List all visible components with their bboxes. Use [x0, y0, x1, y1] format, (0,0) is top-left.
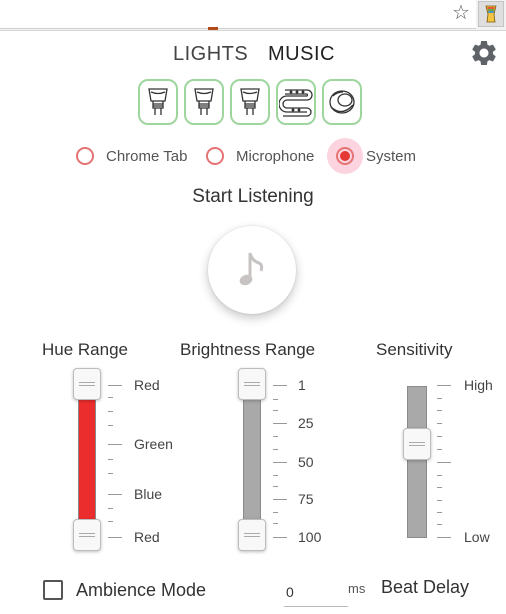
hue-label-red-bottom: Red [134, 529, 160, 545]
hue-label-green: Green [134, 436, 173, 452]
hue-range-track[interactable] [78, 386, 96, 538]
hue-range-title: Hue Range [42, 340, 129, 359]
brightness-min-handle[interactable] [238, 368, 266, 400]
brightness-label-75: 75 [298, 491, 314, 507]
music-note-icon [239, 252, 264, 286]
hue-label-red-top: Red [134, 377, 160, 393]
radio-label: System [366, 147, 417, 165]
radio-ring [206, 147, 224, 165]
hue-label-blue: Blue [134, 486, 163, 502]
hue-range-min-handle[interactable] [73, 368, 101, 400]
beat-delay-input[interactable] [284, 578, 348, 607]
tab-music[interactable]: MUSIC [268, 42, 335, 66]
brightness-label-1: 1 [298, 377, 306, 393]
hue-range-max-handle[interactable] [73, 519, 101, 551]
spot-bulb-icon [148, 88, 168, 115]
radio-ring-selected [327, 138, 363, 174]
beat-delay-label: Beat Delay [381, 577, 470, 597]
address-bar[interactable] [0, 0, 476, 29]
source-microphone-radio[interactable]: Microphone [206, 144, 314, 168]
brightness-label-100: 100 [298, 529, 322, 545]
start-listening-button[interactable] [208, 226, 296, 314]
brightness-max-handle[interactable] [238, 519, 266, 551]
sensitivity-title: Sensitivity [376, 340, 453, 359]
light-tile-5[interactable] [322, 79, 362, 125]
source-system-radio[interactable]: System [327, 138, 417, 174]
page-accent-strip [208, 27, 218, 30]
brightness-range-title: Brightness Range [180, 340, 316, 359]
star-icon[interactable]: ☆ [452, 3, 470, 23]
sensitivity-handle[interactable] [403, 428, 431, 460]
sensitivity-label-low: Low [464, 529, 490, 545]
gear-icon[interactable] [469, 38, 499, 68]
extension-icon [485, 5, 497, 23]
lightstrip-icon [279, 89, 313, 117]
light-tile-2[interactable] [184, 79, 224, 125]
lamp-icon [329, 90, 355, 114]
lights-selector [138, 79, 366, 129]
start-listening-title: Start Listening [192, 186, 314, 207]
radio-label: Chrome Tab [106, 147, 188, 165]
spot-bulb-icon [240, 88, 260, 115]
radio-label: Microphone [236, 147, 315, 165]
ambience-mode-label: Ambience Mode [76, 580, 207, 600]
sensitivity-label-high: High [464, 377, 493, 393]
sensitivity-track[interactable] [407, 386, 427, 538]
brightness-label-25: 25 [298, 415, 314, 431]
brightness-range-track[interactable] [243, 386, 261, 538]
radio-ring [76, 147, 94, 165]
light-tile-3[interactable] [230, 79, 270, 125]
ambience-mode-checkbox[interactable] [43, 580, 63, 600]
tab-lights[interactable]: LIGHTS [173, 42, 248, 66]
beat-delay-unit: ms [348, 581, 366, 596]
brightness-label-50: 50 [298, 454, 314, 470]
spot-bulb-icon [194, 88, 214, 115]
source-chrome-tab-radio[interactable]: Chrome Tab [76, 144, 187, 168]
light-tile-1[interactable] [138, 79, 178, 125]
light-tile-4[interactable] [276, 79, 316, 125]
radio-dot [340, 151, 350, 161]
